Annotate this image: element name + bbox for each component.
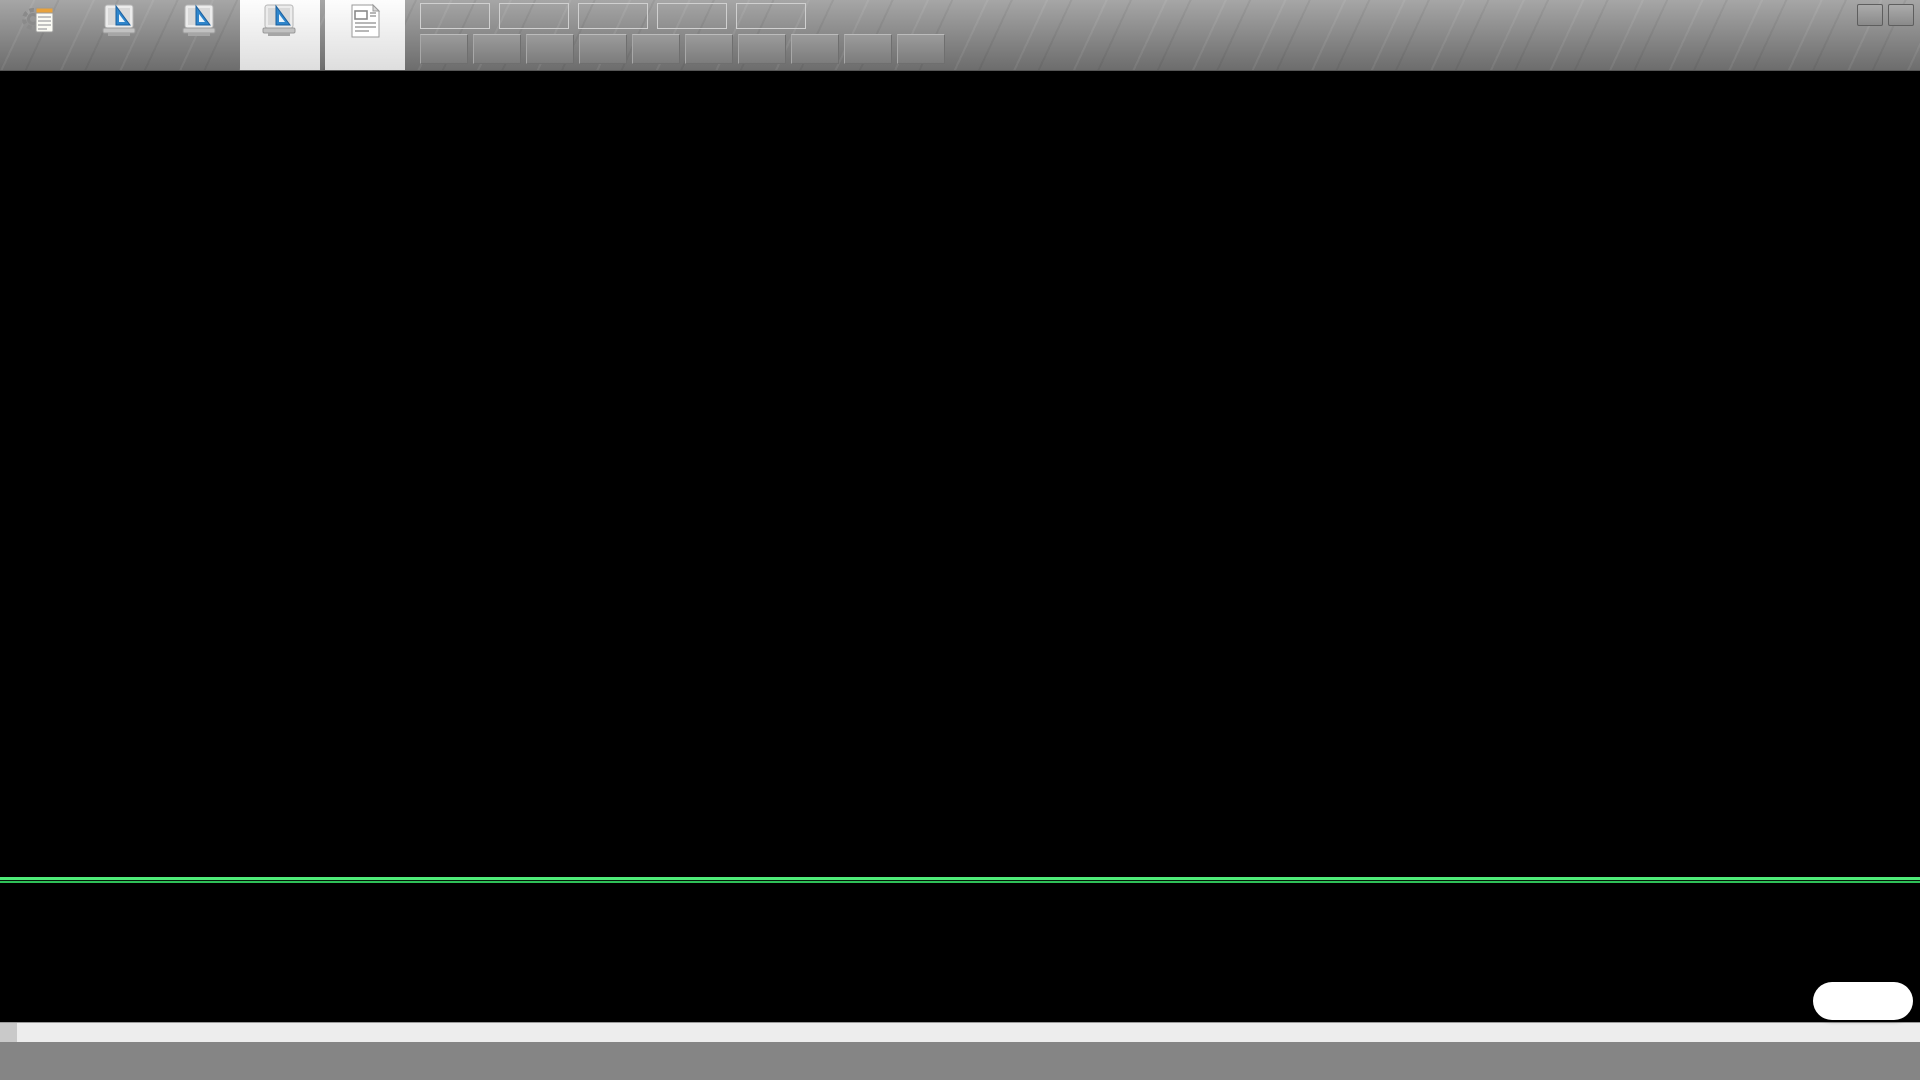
nesting-canvas[interactable] [0,71,1920,877]
tool-button-9[interactable] [844,34,892,64]
menu-item-3[interactable] [578,3,648,29]
tool-row [420,34,950,64]
app-tab-1[interactable] [0,0,80,70]
app-tab-5[interactable] [325,0,405,70]
report-icon [345,2,385,40]
scroll-left-arrow-icon[interactable] [0,1023,17,1042]
menu-item-1[interactable] [420,3,490,29]
settings-icon [180,2,220,40]
bottom-status-band [0,1042,1920,1080]
scroll-right-arrow-icon[interactable] [1903,1023,1920,1042]
top-ribbon [0,0,1920,71]
app-tab-4[interactable] [240,0,320,70]
nesting-icon [260,2,300,40]
tool-button-7[interactable] [738,34,786,64]
horizontal-scrollbar[interactable] [0,1022,1920,1042]
piece-thumbnail-strip [0,883,1920,1022]
tool-button-10[interactable] [897,34,945,64]
menu-row [420,3,950,29]
close-button[interactable] [1888,4,1914,26]
window-controls [1857,4,1914,26]
menu-item-2[interactable] [499,3,569,29]
tool-button-1[interactable] [420,34,468,64]
tool-button-6[interactable] [685,34,733,64]
nesting-workspace[interactable] [0,71,1920,877]
tool-button-8[interactable] [791,34,839,64]
minimize-button[interactable] [1857,4,1883,26]
system-icon [20,2,60,40]
memory-usage-badge [1813,982,1913,1020]
menu-item-5[interactable] [736,3,806,29]
tool-button-2[interactable] [473,34,521,64]
design-icon [100,2,140,40]
tool-button-5[interactable] [632,34,680,64]
menu-column [420,0,950,64]
app-tabs [0,0,405,70]
app-tab-2[interactable] [80,0,160,70]
tool-button-3[interactable] [526,34,574,64]
menu-item-4[interactable] [657,3,727,29]
app-tab-3[interactable] [160,0,240,70]
tool-button-4[interactable] [579,34,627,64]
memory-percent-indicator [1815,984,1849,1018]
